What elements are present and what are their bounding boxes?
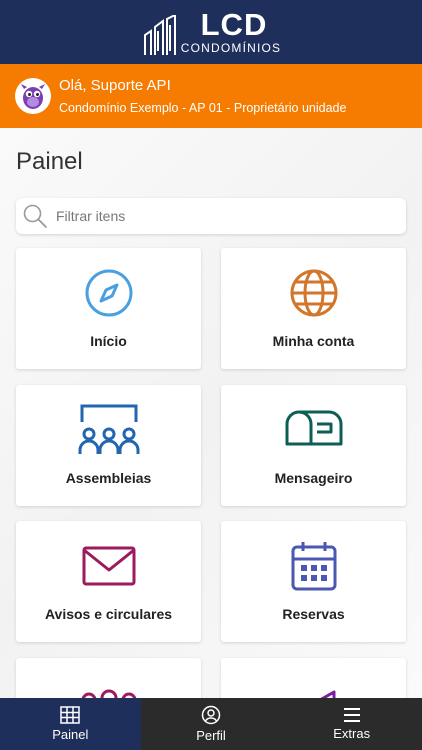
menu-icon — [343, 708, 360, 722]
bottom-nav: Painel Perfil Extras — [0, 698, 422, 750]
card-inicio[interactable]: Início — [16, 248, 201, 369]
nav-extras[interactable]: Extras — [281, 698, 422, 750]
mailbox-icon — [285, 410, 342, 446]
globe-icon — [290, 269, 337, 317]
group-icon — [81, 689, 136, 698]
mascot-avatar-icon — [21, 84, 45, 109]
user-circle-icon — [201, 705, 221, 725]
card-avisos-circulares[interactable]: Avisos e circulares — [16, 521, 201, 642]
envelope-icon — [82, 546, 135, 586]
megaphone-icon — [319, 690, 335, 698]
logo-subtitle: CONDOMÍNIOS — [180, 40, 282, 55]
app-logo: LCD CONDOMÍNIOS — [141, 6, 282, 55]
user-details: Condomínio Exemplo - AP 01 - Proprietári… — [59, 100, 347, 115]
nav-perfil[interactable]: Perfil — [141, 698, 282, 750]
search-bar[interactable] — [16, 198, 406, 234]
page-title: Painel — [16, 148, 83, 175]
card-partial-left[interactable] — [16, 658, 201, 698]
nav-painel[interactable]: Painel — [0, 698, 141, 750]
nav-label: Extras — [333, 726, 371, 741]
compass-icon — [85, 269, 132, 317]
grid-icon — [60, 706, 81, 724]
card-assembleias[interactable]: Assembleias — [16, 385, 201, 506]
avatar — [15, 78, 51, 114]
search-input[interactable] — [56, 208, 376, 224]
main-content[interactable]: Painel Início — [0, 128, 422, 698]
card-label: Minha conta — [272, 333, 355, 349]
card-label: Reservas — [282, 606, 345, 622]
card-mensageiro[interactable]: Mensageiro — [221, 385, 406, 506]
card-label: Avisos e circulares — [44, 606, 173, 622]
search-icon — [23, 204, 47, 228]
card-label: Início — [90, 333, 127, 349]
card-reservas[interactable]: Reservas — [221, 521, 406, 642]
nav-label: Perfil — [196, 728, 226, 743]
buildings-logo-icon — [143, 14, 176, 55]
app-header: LCD CONDOMÍNIOS — [0, 0, 422, 64]
nav-label: Painel — [52, 727, 89, 742]
calendar-icon — [291, 542, 336, 591]
card-label: Mensageiro — [274, 470, 353, 486]
logo-title: LCD — [200, 6, 268, 42]
assembly-icon — [78, 404, 139, 454]
card-label: Assembleias — [65, 470, 152, 486]
user-greeting: Olá, Suporte API — [59, 76, 171, 94]
user-bar[interactable]: Olá, Suporte API Condomínio Exemplo - AP… — [0, 64, 422, 128]
card-partial-right[interactable] — [221, 658, 406, 698]
card-minha-conta[interactable]: Minha conta — [221, 248, 406, 369]
